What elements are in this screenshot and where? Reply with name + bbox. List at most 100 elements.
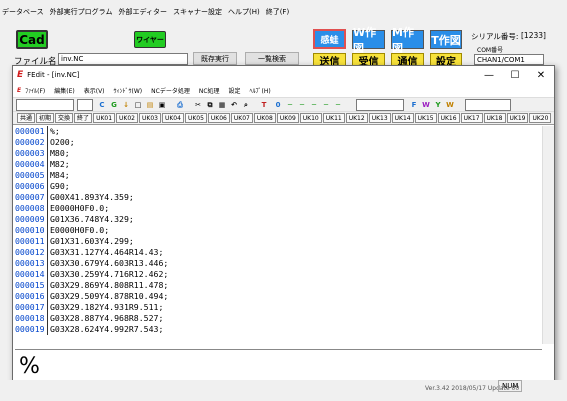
zero-icon[interactable]: 0 bbox=[273, 100, 283, 110]
menu-external-editor[interactable]: 外部エディター bbox=[118, 7, 167, 17]
line-number: 000015 bbox=[15, 280, 48, 291]
fedit-menu-window[interactable]: ｳｨﾝﾄﾞｳ(W) bbox=[114, 86, 143, 95]
tab-uk07[interactable]: UK07 bbox=[230, 113, 253, 123]
td-icon[interactable]: T bbox=[259, 100, 269, 110]
tab-uk10[interactable]: UK10 bbox=[299, 113, 322, 123]
com-select[interactable]: CHAN1/COM1 bbox=[474, 54, 544, 65]
editor-line: 000016 G03X29.509Y4.878R10.494; bbox=[15, 291, 542, 302]
copy-icon[interactable]: ⧉ bbox=[205, 100, 215, 110]
cad-button[interactable]: Cad bbox=[16, 30, 48, 49]
tab-end[interactable]: 終了 bbox=[74, 113, 93, 123]
fy-icon[interactable]: F bbox=[409, 100, 419, 110]
w-drawing-button[interactable]: W作図 bbox=[352, 26, 385, 55]
fedit-menu-edit[interactable]: 編集(E) bbox=[54, 86, 74, 95]
tab-uk18[interactable]: UK18 bbox=[483, 113, 506, 123]
fedit-menu-view[interactable]: 表示(V) bbox=[84, 86, 105, 95]
tab-exchange[interactable]: 交換 bbox=[55, 113, 74, 123]
fw2-icon[interactable]: W bbox=[445, 100, 455, 110]
dash-icon-5[interactable]: ─ bbox=[333, 100, 343, 110]
tab-uk08[interactable]: UK08 bbox=[253, 113, 276, 123]
new-file-icon[interactable]: □ bbox=[133, 100, 143, 110]
editor-line: 000018 G03X28.887Y4.968R8.527; bbox=[15, 313, 542, 324]
close-icon[interactable]: ✕ bbox=[528, 66, 554, 84]
tab-uk12[interactable]: UK12 bbox=[345, 113, 368, 123]
find-icon[interactable]: ⌕ bbox=[241, 100, 251, 110]
t-drawing-button[interactable]: T作図 bbox=[430, 30, 462, 49]
execute-button[interactable]: 既存実行 bbox=[193, 52, 237, 65]
print-icon[interactable]: ⎙ bbox=[175, 100, 185, 110]
paste-icon[interactable]: ▦ bbox=[217, 100, 227, 110]
tab-uk14[interactable]: UK14 bbox=[391, 113, 414, 123]
line-number: 000008 bbox=[15, 203, 48, 214]
tab-uk06[interactable]: UK06 bbox=[207, 113, 230, 123]
tab-uk17[interactable]: UK17 bbox=[460, 113, 483, 123]
line-number: 000017 bbox=[15, 302, 48, 313]
tab-common[interactable]: 共通 bbox=[17, 113, 36, 123]
nc-editor[interactable]: 000001%; 000002 O200; 000003 M80; 000004 M8… bbox=[15, 126, 542, 344]
fedit-menu-file[interactable]: ﾌｧｲﾙ(F) bbox=[25, 86, 45, 95]
download-icon[interactable]: ↓ bbox=[121, 100, 131, 110]
fedit-window: E FEdit - [inv.NC] — ☐ ✕ E ﾌｧｲﾙ(F) 編集(E)… bbox=[12, 65, 555, 392]
line-number: 000004 bbox=[15, 159, 48, 170]
line-number: 000009 bbox=[15, 214, 48, 225]
fy2-icon[interactable]: Y bbox=[433, 100, 443, 110]
save-icon[interactable]: ▣ bbox=[157, 100, 167, 110]
sensor-button[interactable]: 感蛙 bbox=[313, 29, 346, 49]
tab-uk05[interactable]: UK05 bbox=[184, 113, 207, 123]
editor-line: 000005 M84; bbox=[15, 170, 542, 181]
tab-uk19[interactable]: UK19 bbox=[506, 113, 529, 123]
minimize-icon[interactable]: — bbox=[476, 66, 502, 84]
menu-exit[interactable]: 終了(F) bbox=[266, 7, 290, 17]
tab-uk02[interactable]: UK02 bbox=[116, 113, 138, 123]
dash-icon-2[interactable]: ─ bbox=[297, 100, 307, 110]
editor-line: 000014 G03X30.259Y4.716R12.462; bbox=[15, 269, 542, 280]
dash-icon-4[interactable]: ─ bbox=[321, 100, 331, 110]
line-number: 000011 bbox=[15, 236, 48, 247]
fedit-menu-help[interactable]: ﾍﾙﾌﾟ(H) bbox=[250, 86, 271, 95]
line-number: 000006 bbox=[15, 181, 48, 192]
menu-external-program[interactable]: 外部実行プログラム bbox=[50, 7, 113, 17]
gt-icon[interactable]: G bbox=[109, 100, 119, 110]
line-number: 000013 bbox=[15, 258, 48, 269]
tab-uk13[interactable]: UK13 bbox=[368, 113, 391, 123]
tab-uk09[interactable]: UK09 bbox=[276, 113, 299, 123]
fw-icon[interactable]: W bbox=[421, 100, 431, 110]
fedit-logo-icon: E bbox=[17, 70, 24, 80]
tab-uk11[interactable]: UK11 bbox=[322, 113, 345, 123]
font-select[interactable] bbox=[16, 99, 74, 111]
com-value: CHAN1/COM1 bbox=[477, 55, 525, 64]
undo-icon[interactable]: ↶ bbox=[229, 100, 239, 110]
tab-uk20[interactable]: UK20 bbox=[529, 113, 552, 123]
menu-help[interactable]: ヘルプ(H) bbox=[228, 7, 260, 17]
menu-scanner[interactable]: スキャナー設定 bbox=[173, 7, 222, 17]
tab-uk16[interactable]: UK16 bbox=[437, 113, 460, 123]
dash-icon-3[interactable]: ─ bbox=[309, 100, 319, 110]
tab-initial[interactable]: 初期 bbox=[36, 113, 55, 123]
line-code: M82; bbox=[50, 159, 70, 169]
open-folder-icon[interactable]: ▤ bbox=[145, 100, 155, 110]
menu-database[interactable]: データベース bbox=[2, 7, 44, 17]
mode-select[interactable] bbox=[465, 99, 511, 111]
wire-button[interactable]: ワイヤー bbox=[134, 31, 166, 48]
fedit-menu-ncdata[interactable]: NCデータ処理 bbox=[151, 86, 190, 95]
size-select[interactable] bbox=[77, 99, 93, 111]
search-select[interactable] bbox=[356, 99, 404, 111]
dash-icon-1[interactable]: ─ bbox=[285, 100, 295, 110]
line-code: G01X31.603Y4.299; bbox=[50, 236, 134, 246]
m-drawing-button[interactable]: M作図 bbox=[391, 26, 424, 55]
tab-uk15[interactable]: UK15 bbox=[414, 113, 437, 123]
fedit-menu-setting[interactable]: 設定 bbox=[229, 86, 241, 95]
list-search-button[interactable]: 一覧検索 bbox=[245, 52, 299, 65]
line-code: G03X31.127Y4.464R14.43; bbox=[50, 247, 164, 257]
tab-uk03[interactable]: UK03 bbox=[139, 113, 161, 123]
cut-icon[interactable]: ✂ bbox=[193, 100, 203, 110]
tab-uk04[interactable]: UK04 bbox=[161, 113, 184, 123]
maximize-icon[interactable]: ☐ bbox=[502, 66, 528, 84]
file-name-input[interactable]: inv.NC bbox=[58, 53, 188, 65]
fedit-menu-nc[interactable]: NC処理 bbox=[199, 86, 220, 95]
editor-scrollbar[interactable] bbox=[542, 126, 554, 344]
line-code: G01X36.748Y4.329; bbox=[50, 214, 134, 224]
com-label: COM番号 bbox=[477, 47, 504, 54]
tab-uk01[interactable]: UK01 bbox=[93, 113, 116, 123]
cm-icon[interactable]: C bbox=[97, 100, 107, 110]
